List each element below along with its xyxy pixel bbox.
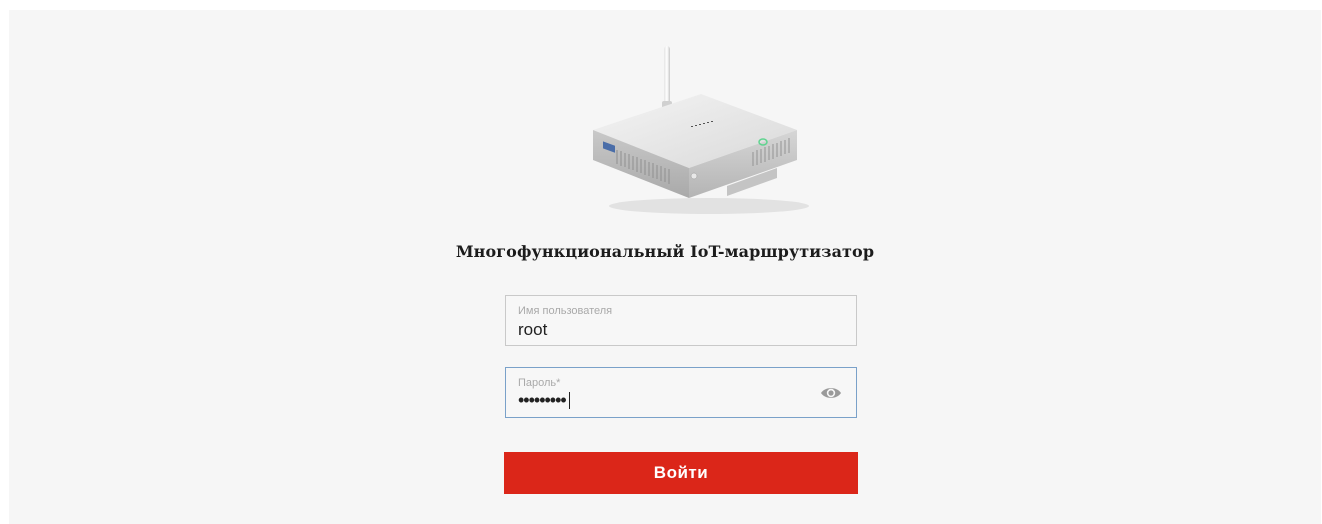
- login-button[interactable]: Войти: [504, 452, 858, 494]
- eye-icon[interactable]: [820, 385, 842, 401]
- username-input[interactable]: root: [518, 320, 547, 340]
- password-input[interactable]: •••••••••: [518, 390, 570, 411]
- page-title: Многофункциональный IoT-маршрутизатор: [455, 242, 875, 261]
- password-label: Пароль*: [518, 377, 561, 389]
- text-caret: [568, 392, 570, 409]
- password-field[interactable]: Пароль* •••••••••: [505, 367, 857, 418]
- username-label: Имя пользователя: [518, 305, 613, 317]
- username-field[interactable]: Имя пользователя root: [505, 295, 857, 346]
- login-page: Многофункциональный IoT-маршрутизатор Им…: [9, 10, 1321, 524]
- router-image: [593, 46, 809, 214]
- password-masked-value: •••••••••: [518, 390, 567, 410]
